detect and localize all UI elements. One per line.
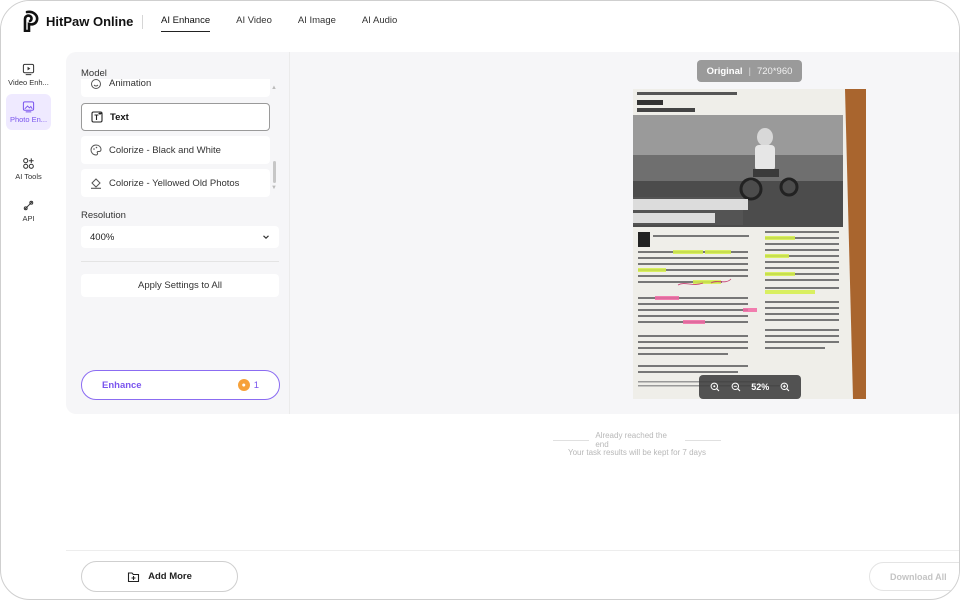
sidebar-item-photo-enhance[interactable]: Photo En... [6,94,51,130]
download-all-button[interactable]: Download All [869,562,959,591]
header-divider [142,15,143,29]
api-icon [23,200,34,211]
model-label: Model [81,68,107,79]
model-option-animation[interactable]: Animation [81,79,270,97]
model-option-text[interactable]: Text [81,103,270,131]
hitpaw-logo-icon [23,10,39,32]
sidebar-label: Video Enh... [8,78,49,87]
sidebar-item-api[interactable]: API [6,193,51,229]
photo-enhance-icon [22,101,35,113]
end-of-results-label: Already reached the end [547,431,727,449]
sidebar-label: AI Tools [15,172,42,181]
animation-icon [91,79,101,89]
model-option-colorize-yellowed[interactable]: Colorize - Yellowed Old Photos [81,169,270,197]
ai-tools-icon [23,158,34,169]
credit-cost: ● 1 [237,379,259,391]
model-option-label: Animation [109,79,152,89]
enhance-label: Enhance [102,379,142,391]
model-option-colorize-bw[interactable]: Colorize - Black and White [81,136,270,164]
add-more-button[interactable]: Add More [81,561,238,592]
scroll-up-arrow-icon[interactable]: ▲ [271,85,277,91]
model-option-label: Colorize - Yellowed Old Photos [109,177,240,189]
app-window: HitPaw Online AI Enhance AI Video AI Ima… [0,0,960,600]
scroll-thumb[interactable] [273,161,276,183]
nav-ai-image[interactable]: AI Image [298,15,336,32]
model-list-scrollbar[interactable]: ▲ ▼ [271,85,278,193]
badge-separator: | [748,65,751,77]
document-photo-illustration [633,89,866,399]
zoom-level: 52% [751,382,770,392]
add-file-icon [128,572,140,583]
sidebar-label: API [22,214,35,223]
resolution-select[interactable]: 400% [81,226,279,248]
app-logo[interactable]: HitPaw Online [19,10,133,32]
zoom-controls: 52% [699,375,801,399]
end-of-results-text: Already reached the end [595,431,667,449]
sidebar-item-ai-tools[interactable]: AI Tools [6,151,51,187]
resolution-label: Resolution [81,210,126,221]
image-dimensions: 720*960 [756,65,793,77]
nav-ai-video[interactable]: AI Video [236,15,272,32]
app-name: HitPaw Online [46,13,134,29]
model-option-label: Colorize - Black and White [109,144,221,156]
scroll-down-arrow-icon[interactable]: ▼ [271,185,277,191]
nav-ai-enhance[interactable]: AI Enhance [161,15,211,32]
sidebar-label: Photo En... [9,115,48,124]
preview-image[interactable] [633,89,866,399]
coin-icon: ● [237,379,250,391]
original-size-badge: Original | 720*960 [697,60,802,82]
palette-icon [90,144,102,156]
zoom-out-icon[interactable] [731,382,741,392]
nav-ai-audio[interactable]: AI Audio [362,15,397,32]
model-list[interactable]: Animation Text Colorize - Black and Whit… [81,79,279,199]
sidebar-item-video-enhance[interactable]: Video Enh... [6,57,51,93]
chevron-down-icon [263,235,269,240]
add-more-label: Add More [148,571,192,582]
enhance-button[interactable]: Enhance ● 1 [81,370,280,400]
zoom-fit-icon[interactable] [710,382,720,392]
bucket-icon [91,178,101,189]
footer-divider [66,550,959,551]
model-option-label: Text [110,111,129,123]
retention-note: Your task results will be kept for 7 day… [568,448,706,457]
main-nav: AI Enhance AI Video AI Image AI Audio [161,15,423,32]
top-header: HitPaw Online AI Enhance AI Video AI Ima… [1,1,959,43]
credit-cost-value: 1 [253,379,259,391]
resolution-value: 400% [90,231,115,243]
zoom-in-icon[interactable] [780,382,790,392]
apply-settings-to-all-button[interactable]: Apply Settings to All [81,274,279,297]
original-label: Original [706,65,743,77]
video-enhance-icon [22,63,35,76]
settings-divider [81,261,279,262]
text-model-icon [91,111,103,123]
